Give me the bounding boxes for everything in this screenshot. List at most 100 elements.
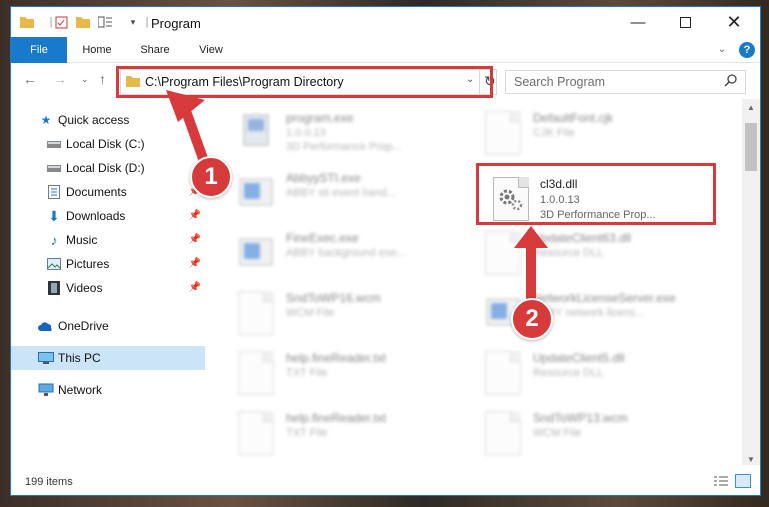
generic-file-icon: [238, 411, 274, 455]
customize-toolbar-icon[interactable]: [97, 14, 113, 30]
forward-arrow-icon[interactable]: →: [53, 71, 67, 87]
sidebar-item-network[interactable]: Network: [11, 378, 205, 402]
sidebar-item-local-disk-d[interactable]: Local Disk (D:): [11, 156, 205, 180]
sidebar-item-label: Quick access: [58, 113, 130, 127]
sidebar-item-label: Network: [58, 383, 103, 397]
window-title: Program: [151, 16, 201, 31]
expand-ribbon-icon[interactable]: ⌄: [715, 37, 729, 63]
sidebar-item-label: Videos: [66, 281, 103, 295]
sidebar-item-label: Local Disk (C:): [66, 137, 145, 151]
file-item-help-finereader-txt[interactable]: help.fineReader.txt TXT File: [232, 345, 462, 401]
tab-home[interactable]: Home: [77, 37, 117, 63]
close-button[interactable]: ✕: [711, 7, 757, 37]
file-name: UpdateClient63.dll: [533, 231, 632, 245]
file-item-updateclient63-dll[interactable]: UpdateClient63.dll Resource DLL: [479, 225, 709, 281]
search-input[interactable]: Search Program: [505, 70, 746, 94]
sidebar-item-quick-access[interactable]: ★ Quick access: [11, 108, 205, 132]
cloud-icon: [38, 318, 54, 334]
pin-icon[interactable]: 📌: [189, 204, 201, 228]
maximize-button[interactable]: [662, 7, 708, 37]
sidebar-item-documents[interactable]: Documents 📌: [11, 180, 205, 204]
sidebar-item-label: Music: [66, 233, 98, 247]
sidebar-item-label: Downloads: [66, 209, 126, 223]
pc-icon: [38, 350, 54, 366]
search-icon: [724, 74, 737, 90]
up-arrow-icon[interactable]: ↑: [99, 71, 106, 87]
file-detail: CJK File: [533, 127, 575, 139]
file-name: FineExec.exe: [286, 231, 359, 245]
file-detail: TXT File: [286, 427, 328, 439]
sidebar-item-label: This PC: [58, 351, 101, 365]
file-item-sndtowp13-wcm[interactable]: SndToWP13.wcm WCM File: [479, 405, 709, 461]
pin-icon[interactable]: 📌: [189, 228, 201, 252]
file-detail: Resource DLL: [533, 367, 604, 379]
file-detail: WCM File: [286, 307, 335, 319]
vertical-scrollbar[interactable]: ▲ ▼: [742, 99, 760, 465]
scrollbar-thumb[interactable]: [745, 123, 757, 171]
large-icons-view-icon[interactable]: [735, 474, 751, 488]
help-icon[interactable]: ?: [739, 42, 755, 58]
step-2-badge: 2: [511, 298, 553, 340]
file-name: UpdateClient5.dll: [533, 351, 625, 365]
sidebar-item-this-pc[interactable]: This PC: [11, 346, 205, 370]
sidebar-item-downloads[interactable]: ⬇ Downloads 📌: [11, 204, 205, 228]
file-item-help-finereader-txt-2[interactable]: help.fineReader.txt TXT File: [232, 405, 462, 461]
sidebar-item-pictures[interactable]: Pictures 📌: [11, 252, 205, 276]
sidebar-item-onedrive[interactable]: OneDrive: [11, 314, 205, 338]
sidebar-item-local-disk-c[interactable]: Local Disk (C:): [11, 132, 205, 156]
pin-icon[interactable]: 📌: [189, 276, 201, 300]
file-name: help.fineReader.txt: [286, 351, 387, 365]
generic-file-icon: [485, 111, 521, 155]
exe-file-icon: [238, 111, 274, 155]
file-item-sndtowp16-wcm[interactable]: SndToWP16.wcm WCM File: [232, 285, 462, 341]
properties-icon[interactable]: [53, 14, 69, 30]
file-item-abbyysti-exe[interactable]: AbbyySTI.exe ABBY sti event hand...: [232, 165, 462, 221]
downloads-icon: ⬇: [48, 208, 60, 224]
sidebar-item-music[interactable]: ♪ Music 📌: [11, 228, 205, 252]
music-icon: ♪: [50, 232, 58, 248]
file-detail: 3D Performance Prop...: [286, 141, 402, 153]
item-count: 199 items: [25, 476, 73, 488]
pictures-icon: [46, 256, 62, 272]
recent-locations-icon[interactable]: ⌄: [81, 74, 89, 85]
file-item-defaultfont-cjk[interactable]: DefaultFont.cjk CJK File: [479, 105, 709, 161]
file-name: program.exe: [286, 111, 354, 125]
videos-icon: [46, 280, 62, 296]
dll-gear-file-icon: [485, 231, 521, 275]
star-icon: ★: [40, 113, 52, 127]
tab-share[interactable]: Share: [135, 37, 175, 63]
title-bar: | ▾ | Program — ✕: [11, 7, 760, 37]
file-name: NetworkLicenseServer.exe: [533, 291, 676, 305]
sidebar-item-label: Pictures: [66, 257, 110, 271]
scroll-up-icon[interactable]: ▲: [747, 103, 755, 112]
folder-icon: [19, 14, 35, 30]
minimize-button[interactable]: —: [615, 7, 661, 37]
status-bar: 199 items: [11, 473, 760, 495]
back-arrow-icon[interactable]: ←: [23, 71, 37, 87]
sidebar-item-videos[interactable]: Videos 📌: [11, 276, 205, 300]
file-name: help.fineReader.txt: [286, 411, 387, 425]
details-view-icon[interactable]: [713, 475, 729, 492]
sidebar-item-label: Local Disk (D:): [66, 161, 145, 175]
file-item-program-exe[interactable]: program.exe 1.0.0.13 3D Performance Prop…: [232, 105, 462, 161]
generic-file-icon: [485, 411, 521, 455]
file-list: program.exe 1.0.0.13 3D Performance Prop…: [224, 99, 742, 465]
step-1-badge: 1: [190, 156, 232, 198]
scroll-down-icon[interactable]: ▼: [747, 455, 755, 464]
file-item-updateclient5-dll[interactable]: UpdateClient5.dll Resource DLL: [479, 345, 709, 401]
new-folder-icon[interactable]: [75, 14, 91, 30]
drive-icon: [46, 136, 62, 152]
search-placeholder: Search Program: [514, 75, 606, 89]
file-detail: ABBY background exe...: [286, 247, 406, 259]
file-detail: WCM File: [533, 427, 582, 439]
file-item-fineexec-exe[interactable]: FineExec.exe ABBY background exe...: [232, 225, 462, 281]
file-name: DefaultFont.cjk: [533, 111, 614, 125]
pin-icon[interactable]: 📌: [189, 252, 201, 276]
file-detail: 1.0.0.13: [286, 127, 326, 139]
file-detail: Resource DLL: [533, 247, 604, 259]
file-highlight: [476, 163, 716, 225]
file-name: SndToWP13.wcm: [533, 411, 628, 425]
tab-view[interactable]: View: [193, 37, 229, 63]
file-detail: ABBY sti event hand...: [286, 187, 396, 199]
file-detail: TXT File: [286, 367, 328, 379]
